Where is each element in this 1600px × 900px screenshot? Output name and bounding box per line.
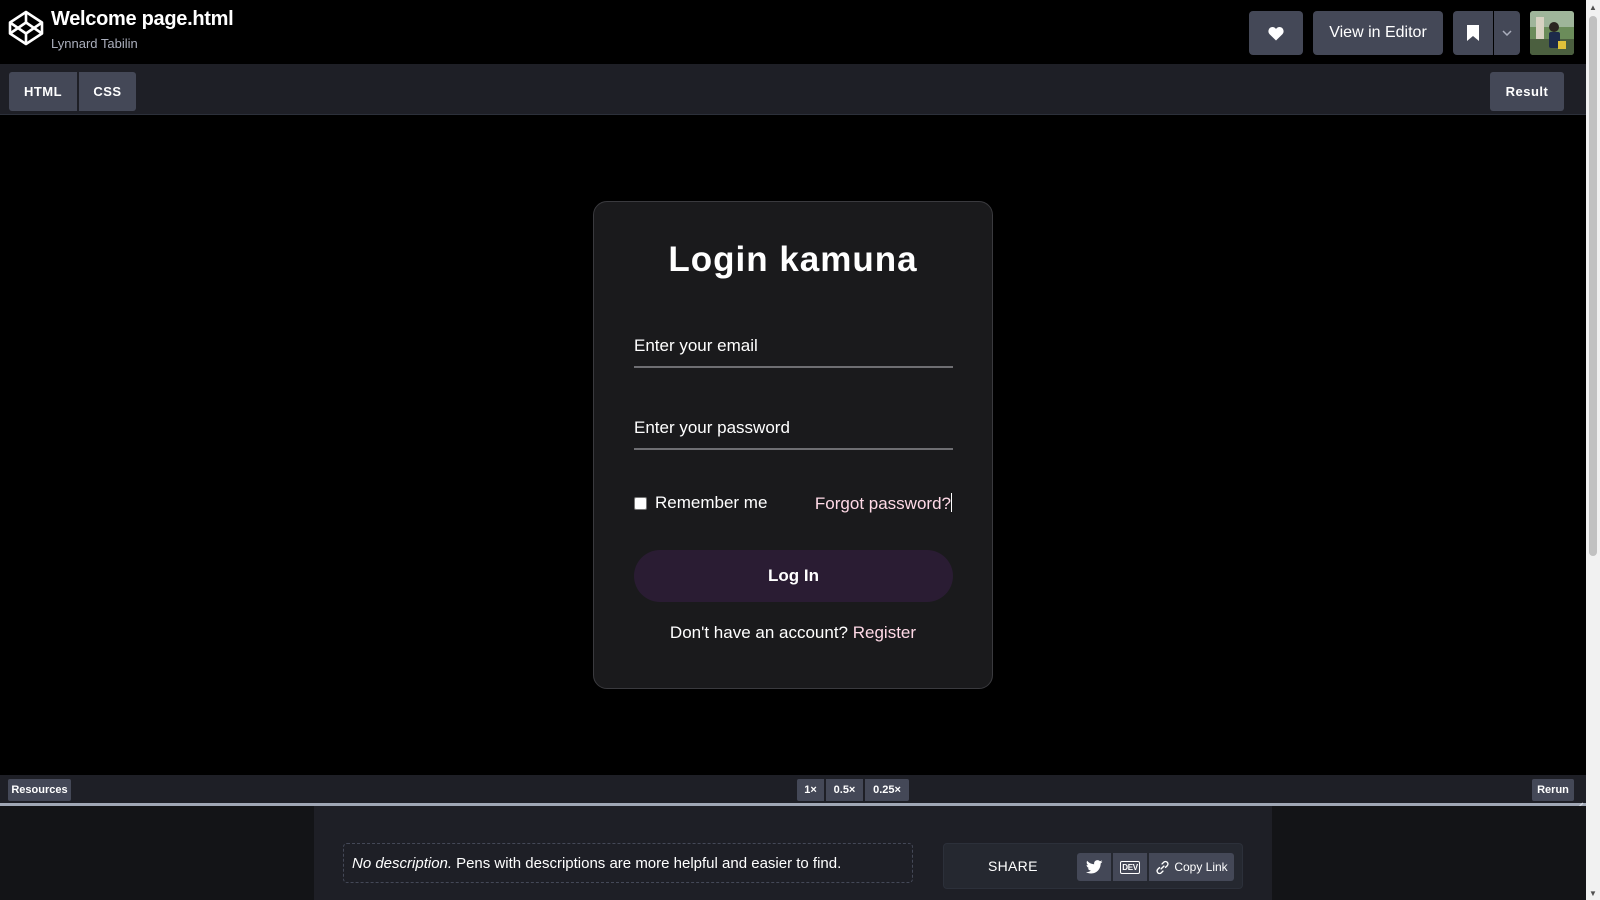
scroll-thumb[interactable]: [1589, 16, 1597, 556]
avatar-image: [1530, 11, 1574, 55]
tab-css[interactable]: CSS: [79, 72, 136, 111]
page-scrollbar[interactable]: ▲ ▼: [1586, 0, 1600, 900]
tab-result[interactable]: Result: [1490, 72, 1564, 111]
password-field-wrapper: [634, 408, 953, 450]
twitter-icon: [1085, 860, 1103, 874]
password-field[interactable]: [634, 408, 953, 448]
codepen-logo-icon[interactable]: [8, 10, 44, 46]
forgot-password-link[interactable]: Forgot password?: [815, 493, 952, 514]
zoom-05x-button[interactable]: 0.5×: [826, 779, 863, 801]
rerun-button[interactable]: Rerun: [1532, 779, 1574, 801]
login-button[interactable]: Log In: [634, 550, 953, 602]
bottom-toolbar: Resources 1× 0.5× 0.25× Rerun: [0, 775, 1586, 806]
pen-author[interactable]: Lynnard Tabilin: [51, 36, 138, 51]
scroll-down-arrow-icon[interactable]: ▼: [1586, 886, 1600, 900]
twitter-share-button[interactable]: [1077, 853, 1111, 881]
view-in-editor-button[interactable]: View in Editor: [1313, 11, 1443, 55]
bookmark-icon: [1467, 25, 1479, 41]
login-card: Login kamuna Remember me Forgot password…: [593, 201, 993, 689]
pen-header: Welcome page.html Lynnard Tabilin View i…: [0, 0, 1586, 64]
share-label: SHARE: [988, 858, 1038, 874]
tab-html[interactable]: HTML: [9, 72, 77, 111]
dev-share-button[interactable]: DEV: [1113, 853, 1147, 881]
copy-link-button[interactable]: Copy Link: [1149, 853, 1234, 881]
bookmark-button[interactable]: [1453, 11, 1493, 55]
bookmark-dropdown-button[interactable]: [1494, 11, 1520, 55]
link-icon: [1156, 860, 1169, 874]
zoom-025x-button[interactable]: 0.25×: [865, 779, 909, 801]
email-field[interactable]: [634, 326, 953, 366]
login-title: Login kamuna: [668, 240, 918, 279]
email-field-wrapper: [634, 326, 953, 368]
heart-button[interactable]: [1249, 11, 1303, 55]
description-empty-label: No description.: [352, 854, 453, 872]
description-hint: Pens with descriptions are more helpful …: [456, 854, 842, 872]
resources-button[interactable]: Resources: [8, 779, 71, 801]
description-box[interactable]: No description. Pens with descriptions a…: [343, 843, 913, 883]
register-link[interactable]: Register: [853, 623, 916, 642]
user-avatar[interactable]: [1530, 11, 1574, 55]
chevron-down-icon: [1502, 30, 1512, 36]
zoom-1x-button[interactable]: 1×: [797, 779, 824, 801]
text-cursor: [951, 493, 952, 512]
share-panel: SHARE DEV Copy Link: [943, 843, 1243, 889]
remember-me-label: Remember me: [655, 493, 768, 512]
remember-me-checkbox[interactable]: [634, 496, 647, 510]
register-line: Don't have an account? Register: [594, 623, 992, 643]
remember-me[interactable]: Remember me: [634, 493, 767, 513]
copy-link-label: Copy Link: [1174, 860, 1228, 874]
dev-icon: DEV: [1120, 860, 1140, 874]
pen-title: Welcome page.html: [51, 8, 234, 30]
heart-icon: [1268, 26, 1284, 40]
editor-tab-bar: HTML CSS Result: [0, 64, 1586, 115]
forgot-password-label: Forgot password?: [814, 494, 951, 513]
register-prompt: Don't have an account?: [669, 623, 849, 642]
scroll-up-arrow-icon[interactable]: ▲: [1586, 0, 1600, 14]
